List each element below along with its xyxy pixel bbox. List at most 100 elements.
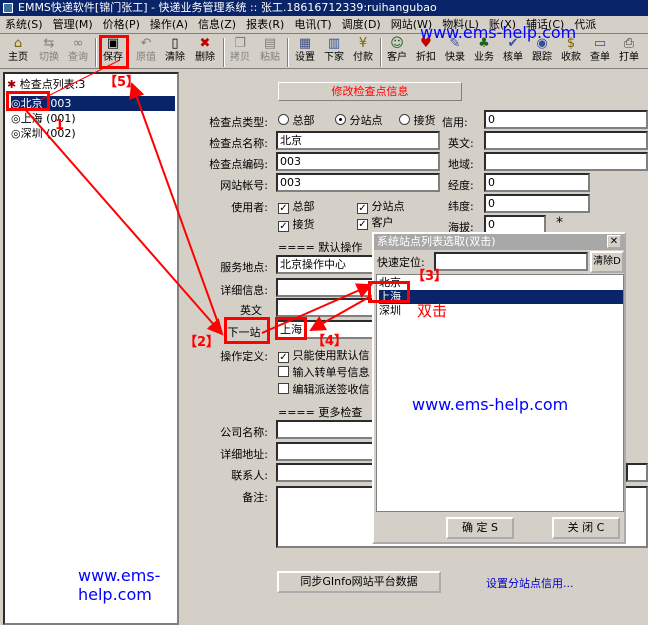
code-label: 检查点编码: <box>209 158 268 171</box>
station-list[interactable]: 北京 上海 深圳 <box>376 274 624 512</box>
opdef-option-sign[interactable]: 编辑派送签收信 <box>278 381 370 397</box>
paste-button[interactable]: ▤ 粘贴 <box>258 37 282 68</box>
switch-button[interactable]: ⇆ 切换 <box>37 37 61 68</box>
menu-system[interactable]: 系统(S) <box>0 16 48 33</box>
window-title: EMMS快递软件[锦门张工] - 快递业务管理系统 :: 张工.18616712… <box>18 1 437 14</box>
op-definition-label: 操作定义: <box>220 350 268 363</box>
modify-checkpoint-button[interactable]: 修改检查点信息 <box>278 82 462 101</box>
print-button[interactable]: ⎙ 打单 <box>617 37 641 68</box>
contact-label: 联系人: <box>231 469 268 482</box>
tree-root-icon: ✱ <box>7 78 17 91</box>
switch-icon: ⇆ <box>43 36 55 51</box>
type-label: 检查点类型: <box>209 116 268 129</box>
watermark-top: www.ems-help.com <box>420 23 577 42</box>
english2-field[interactable] <box>276 298 374 317</box>
checkpoint-tree[interactable]: ✱ 检查点列表:3 ◎北京 (003 ◎上海 (001) ◎深圳 (002) <box>3 72 179 625</box>
blank-page-icon: ▯ <box>171 36 179 51</box>
customer-button[interactable]: ☺ 客户 <box>385 37 409 68</box>
menu-price[interactable]: 价格(P) <box>98 16 145 33</box>
app-icon <box>3 3 13 13</box>
annotation-4: 【4】 <box>312 334 348 349</box>
dialog-title: 系统站点列表选取(双击) <box>377 235 496 248</box>
type-option-substation[interactable]: 分站点 <box>335 112 383 128</box>
region-field[interactable] <box>484 152 648 171</box>
latitude-label: 纬度: <box>448 200 474 213</box>
latitude-field[interactable]: 0 <box>484 194 590 213</box>
company-field[interactable] <box>276 420 374 439</box>
longitude-label: 经度: <box>448 179 474 192</box>
toolbar-separator <box>95 38 97 67</box>
printer-icon: ⎙ <box>623 36 635 51</box>
user-option-customer[interactable]: ✓ 客户 <box>357 214 394 230</box>
original-value-button[interactable]: ↶ 原值 <box>134 37 158 68</box>
menu-operation[interactable]: 操作(A) <box>145 16 193 33</box>
opdef-option-transfer[interactable]: 输入转单号信息 <box>278 364 370 380</box>
settings-icon: ▦ <box>298 36 312 51</box>
query-button[interactable]: ∞ 查询 <box>66 37 90 68</box>
menu-manage[interactable]: 管理(M) <box>48 16 98 33</box>
menu-dispatch[interactable]: 调度(D) <box>337 16 386 33</box>
contact-extra-field[interactable] <box>626 463 648 482</box>
user-option-hq[interactable]: ✓ 总部 <box>278 198 315 214</box>
tree-item-shanghai[interactable]: ◎上海 (001) <box>11 111 175 126</box>
toolbar-separator <box>287 38 289 67</box>
english-field[interactable] <box>484 131 648 150</box>
type-option-hq[interactable]: 总部 <box>278 112 315 128</box>
annotation-3: 【3】 <box>412 269 448 284</box>
order-icon: ▥ <box>327 36 341 51</box>
annotation-5: 【5】 <box>104 75 140 90</box>
tree-item-shenzhen[interactable]: ◎深圳 (002) <box>11 126 175 141</box>
quick-locate-field[interactable] <box>434 252 588 271</box>
account-field[interactable]: 003 <box>276 173 440 192</box>
annotation-2: 【2】 <box>184 335 220 350</box>
menu-info[interactable]: 信息(Z) <box>193 16 241 33</box>
note-label: 备注: <box>242 491 268 504</box>
annotation-1: 1 <box>55 118 65 133</box>
code-field[interactable]: 003 <box>276 152 440 171</box>
lookup-button[interactable]: ▭ 查单 <box>588 37 612 68</box>
required-star: * <box>556 215 563 231</box>
ok-button[interactable]: 确 定 S <box>446 517 514 539</box>
opdef-option-default[interactable]: ✓ 只能使用默认信 <box>278 347 370 363</box>
order-button[interactable]: ▥ 下家 <box>322 37 346 68</box>
close-button[interactable]: 关 闭 C <box>552 517 620 539</box>
home-button[interactable]: ⌂ 主页 <box>6 37 30 68</box>
name-field[interactable]: 北京 <box>276 131 440 150</box>
address-label: 详细地址: <box>220 448 268 461</box>
detail-info-field[interactable] <box>276 278 374 297</box>
toolbar-separator <box>223 38 225 67</box>
station-item-shanghai[interactable]: 上海 <box>379 290 623 304</box>
station-item-shenzhen[interactable]: 深圳 <box>379 304 623 318</box>
sync-ginfo-button[interactable]: 同步GInfo网站平台数据 <box>277 571 441 593</box>
clear-quick-button[interactable]: 清除D <box>590 251 624 273</box>
type-option-pickup[interactable]: 接货 <box>399 112 436 128</box>
binoculars-icon: ∞ <box>72 36 84 51</box>
company-label: 公司名称: <box>220 426 268 439</box>
station-picker-dialog: 系统站点列表选取(双击) ✕ 快速定位: 清除D 北京 上海 深圳 确 定 S … <box>372 232 626 544</box>
contact-field[interactable] <box>276 463 374 482</box>
toolbar-separator <box>380 38 382 67</box>
menu-telecom[interactable]: 电讯(T) <box>289 16 336 33</box>
address-field[interactable] <box>276 442 374 461</box>
service-location-field[interactable]: 北京操作中心 <box>276 255 374 274</box>
user-option-substation[interactable]: ✓ 分站点 <box>357 198 405 214</box>
user-option-pickup[interactable]: ✓ 接货 <box>278 216 315 232</box>
watermark-bottom: www.ems- help.com <box>78 566 161 604</box>
credit-field[interactable]: 0 <box>484 110 648 129</box>
region-label: 地域: <box>448 158 474 171</box>
settings-button[interactable]: ▦ 设置 <box>293 37 317 68</box>
credit-label: 信用: <box>442 116 468 129</box>
highlight-next-field <box>275 317 307 340</box>
close-icon[interactable]: ✕ <box>607 235 621 248</box>
delete-button[interactable]: ✖ 删除 <box>193 37 217 68</box>
menu-report[interactable]: 报表(R) <box>241 16 289 33</box>
clear-button[interactable]: ▯ 清除 <box>163 37 187 68</box>
computer-icon: ▭ <box>593 36 607 51</box>
longitude-field[interactable]: 0 <box>484 173 590 192</box>
copy-button[interactable]: ❐ 拷贝 <box>228 37 252 68</box>
detail-info-label: 详细信息: <box>220 284 268 297</box>
people-icon: ☺ <box>390 36 404 51</box>
set-credit-link[interactable]: 设置分站点信用... <box>486 575 574 591</box>
payment-button[interactable]: ¥ 付款 <box>351 37 375 68</box>
window-titlebar: EMMS快递软件[锦门张工] - 快递业务管理系统 :: 张工.18616712… <box>0 0 648 16</box>
